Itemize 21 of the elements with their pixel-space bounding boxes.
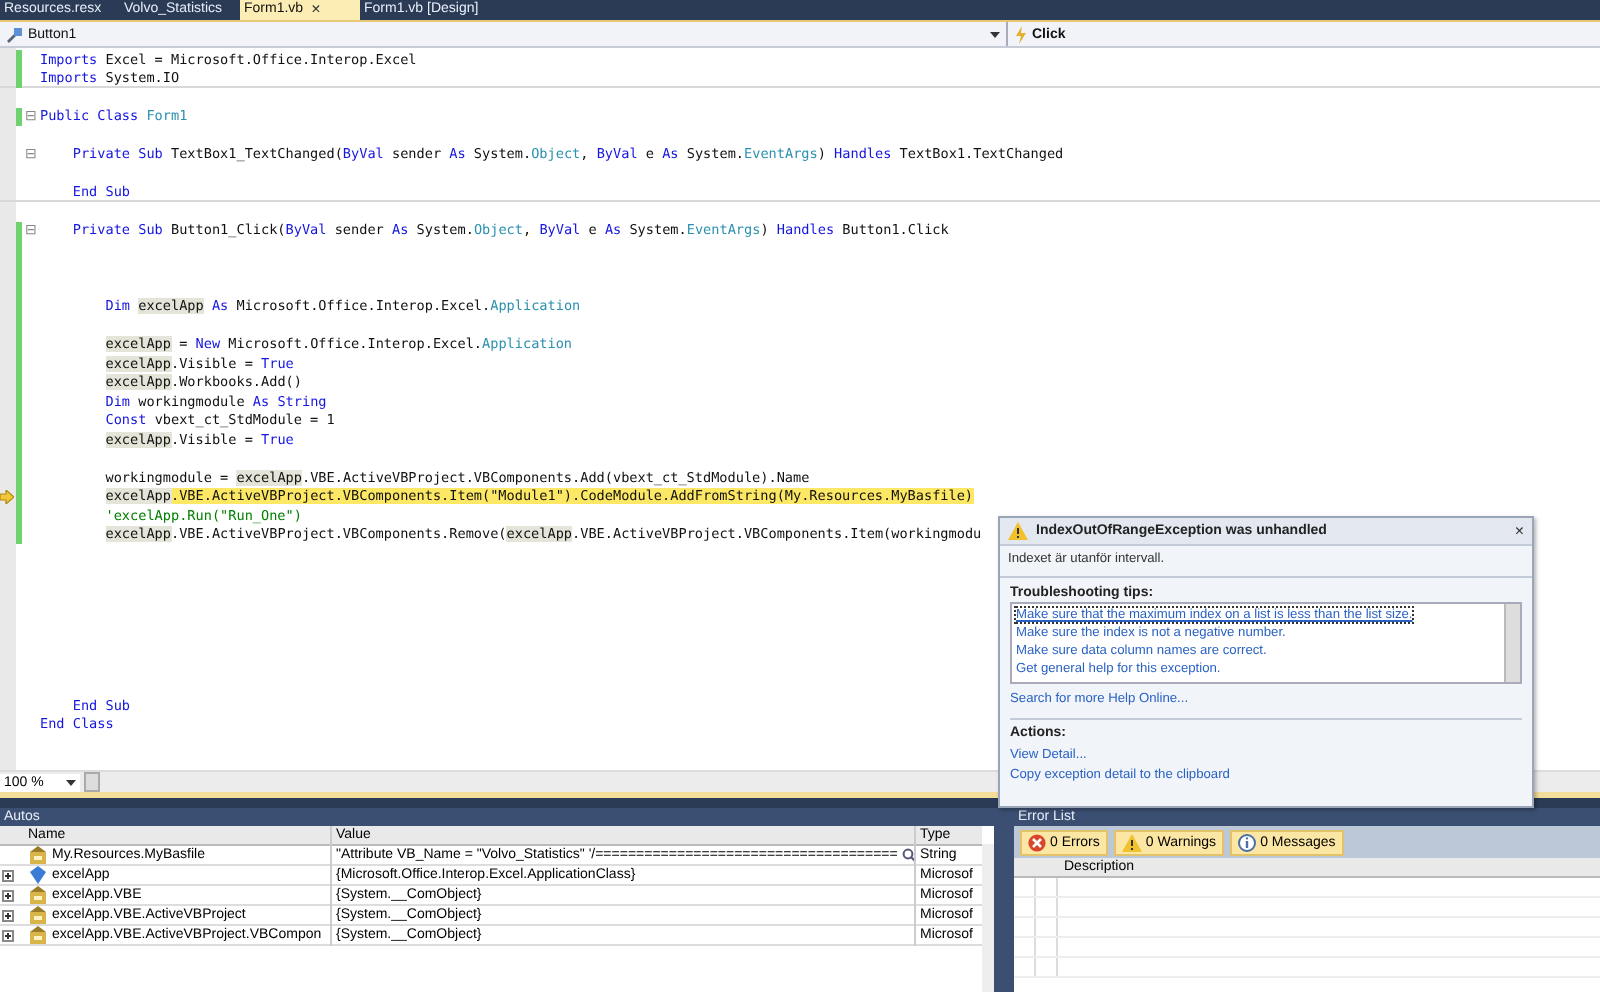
expand-toggle[interactable] <box>2 889 14 901</box>
field-icon <box>28 866 48 884</box>
expand-toggle[interactable] <box>2 929 14 941</box>
expand-toggle[interactable] <box>2 909 14 921</box>
warning-icon <box>1008 522 1028 540</box>
property-icon <box>28 886 48 904</box>
warning-icon <box>1121 833 1142 851</box>
property-icon <box>28 906 48 924</box>
scrollbar[interactable] <box>1504 604 1520 682</box>
error-icon <box>1028 833 1046 851</box>
property-icon <box>28 846 48 864</box>
property-icon <box>28 926 48 944</box>
info-icon <box>1238 833 1257 851</box>
component-icon <box>6 25 24 43</box>
expand-toggle[interactable] <box>2 869 14 881</box>
caret-icon <box>66 779 76 785</box>
close-button[interactable]: × <box>1514 522 1524 540</box>
close-icon[interactable]: × <box>311 0 321 20</box>
lightning-icon <box>1014 25 1028 43</box>
scrollbar[interactable] <box>982 844 994 992</box>
caret-icon <box>990 31 1000 37</box>
